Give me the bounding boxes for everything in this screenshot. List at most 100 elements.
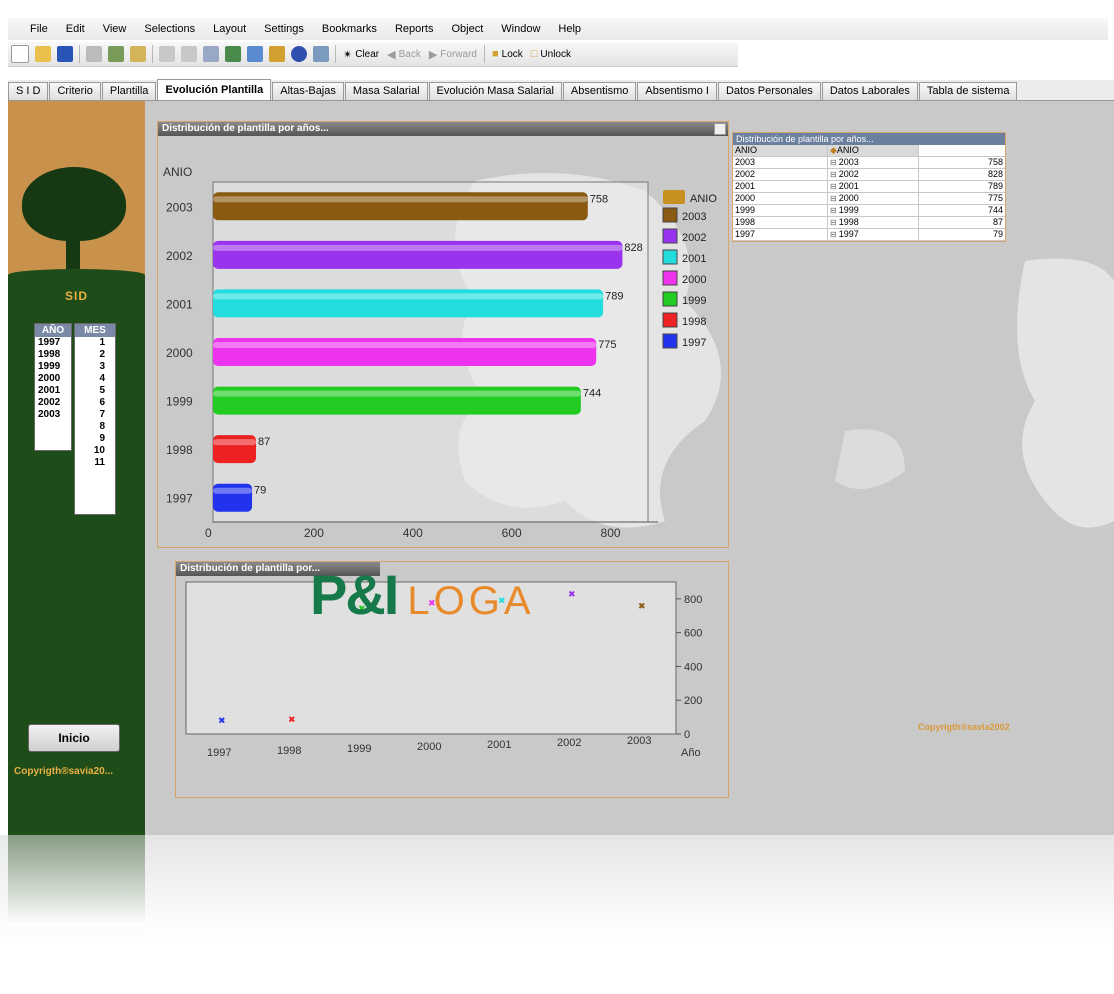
table-cell-anio: 2003	[735, 157, 756, 167]
table-cell-anio-dim[interactable]: ⊟ 1999	[827, 205, 918, 216]
mes-item[interactable]: 11	[75, 457, 115, 469]
expand-icon[interactable]: ⊟	[830, 218, 837, 227]
mes-item[interactable]: 10	[75, 445, 115, 457]
mes-item[interactable]: 7	[75, 409, 115, 421]
help-icon[interactable]	[291, 46, 307, 62]
tab-datos-personales[interactable]: Datos Personales	[717, 82, 821, 100]
separator	[335, 45, 336, 63]
tab-criterio[interactable]: Criterio	[49, 82, 101, 100]
x-tick-2000: 2000	[417, 741, 441, 753]
anio-item[interactable]: 1998	[35, 349, 71, 361]
table-cell-count: 744	[918, 205, 1005, 216]
y-tick-2002: 2002	[166, 249, 193, 263]
app-window: File Edit View Selections Layout Settings Book…	[0, 0, 1114, 835]
tab-evoluci-n-masa-salarial[interactable]: Evolución Masa Salarial	[428, 82, 562, 100]
tab-s-i-d[interactable]: S I D	[8, 82, 49, 100]
x-axis-title: Año	[681, 747, 701, 759]
tab-datos-laborales[interactable]: Datos Laborales	[821, 82, 918, 100]
inicio-button[interactable]: Inicio	[28, 724, 120, 752]
menu-layout[interactable]: Layout	[204, 23, 255, 35]
tab-plantilla[interactable]: Plantilla	[101, 82, 157, 100]
new-icon[interactable]	[11, 45, 29, 63]
table-cell-anio-value: 2000	[838, 193, 859, 203]
table-cell-anio-dim[interactable]: ⊟ 2001	[827, 181, 918, 192]
menu-file[interactable]: File	[8, 23, 57, 35]
tab-evoluci-n-plantilla[interactable]: Evolución Plantilla	[157, 79, 272, 100]
menu-view[interactable]: View	[94, 23, 136, 35]
table-cell-anio-dim[interactable]: ⊟ 1998	[827, 217, 918, 228]
anio-listbox[interactable]: AÑO 1997 1998 1999 2000 2001 2002 2003	[34, 323, 72, 451]
mes-item[interactable]: 2	[75, 349, 115, 361]
anio-item[interactable]: 2002	[35, 397, 71, 409]
tab-tabla-de-sistema[interactable]: Tabla de sistema	[918, 82, 1018, 100]
table-col-anio-label: ANIO	[836, 145, 859, 155]
mes-item[interactable]: 8	[75, 421, 115, 433]
table-cell-anio-dim[interactable]: ⊟ 2000	[827, 193, 918, 204]
redo-icon[interactable]	[181, 46, 197, 62]
unlock-button[interactable]: □ Unlock	[527, 48, 575, 60]
menu-help[interactable]: Help	[549, 23, 590, 35]
tab-altas-bajas[interactable]: Altas-Bajas	[272, 82, 344, 100]
anio-item[interactable]: 2000	[35, 373, 71, 385]
expand-icon[interactable]: ⊟	[830, 158, 837, 167]
anio-item[interactable]: 1997	[35, 337, 71, 349]
tab-absentismo[interactable]: Absentismo	[562, 82, 637, 100]
tab-masa-salarial[interactable]: Masa Salarial	[344, 82, 428, 100]
copy-icon[interactable]	[130, 46, 146, 62]
anio-item[interactable]: 2003	[35, 409, 71, 421]
clear-button[interactable]: ✴ Clear	[339, 48, 383, 61]
undo-icon[interactable]	[159, 46, 175, 62]
expand-icon[interactable]: ⊟	[830, 170, 837, 179]
table-cell-anio: 1998	[735, 217, 756, 227]
mes-item[interactable]: 6	[75, 397, 115, 409]
edit-icon[interactable]	[108, 46, 124, 62]
menu-edit[interactable]: Edit	[57, 23, 94, 35]
table-row: 1997 ⊟ 1997 79	[733, 229, 1005, 241]
mes-item[interactable]: 4	[75, 373, 115, 385]
anio-item[interactable]: 2001	[35, 385, 71, 397]
menu-settings[interactable]: Settings	[255, 23, 313, 35]
table-cell-anio-dim[interactable]: ⊟ 2002	[827, 169, 918, 180]
lock-button[interactable]: ■ Lock	[488, 48, 527, 60]
check-icon[interactable]	[225, 46, 241, 62]
menu-bookmarks[interactable]: Bookmarks	[313, 23, 386, 35]
mes-item[interactable]: 9	[75, 433, 115, 445]
mes-item[interactable]: 1	[75, 337, 115, 349]
table-col-value	[918, 145, 1005, 156]
separator	[79, 45, 80, 63]
expand-icon[interactable]: ⊟	[830, 230, 837, 239]
mes-item[interactable]: 3	[75, 361, 115, 373]
print-icon[interactable]	[86, 46, 102, 62]
back-button[interactable]: ◀ Back	[383, 48, 425, 61]
table-cell-anio-dim[interactable]: ⊟ 2003	[827, 157, 918, 168]
mes-item[interactable]: 5	[75, 385, 115, 397]
forward-button[interactable]: ▶ Forward	[425, 48, 481, 61]
expand-icon[interactable]: ⊟	[830, 194, 837, 203]
bar-highlight-2003	[213, 196, 588, 203]
save-icon[interactable]	[57, 46, 73, 62]
open-icon[interactable]	[35, 46, 51, 62]
table-cell-anio-dim[interactable]: ⊟ 1997	[827, 229, 918, 240]
anio-item[interactable]: 1999	[35, 361, 71, 373]
legend-swatch-2003	[662, 207, 678, 223]
expand-icon[interactable]: ⊟	[830, 182, 837, 191]
bar-highlight-2000	[213, 342, 597, 348]
table-cell-anio-value: 2002	[838, 169, 859, 179]
table-cell-anio: 2002	[735, 169, 756, 179]
tab-absentismo-i[interactable]: Absentismo I	[637, 82, 717, 100]
separator	[483, 45, 485, 63]
tools-icon[interactable]	[269, 46, 285, 62]
table-row: 2001 ⊟ 2001 789	[733, 181, 1005, 193]
expand-icon[interactable]: ⊟	[830, 206, 837, 215]
y-tick-600: 600	[684, 628, 702, 640]
table-row: 1999 ⊟ 1999 744	[733, 205, 1005, 217]
chart-icon[interactable]	[247, 46, 263, 62]
menu-window[interactable]: Window	[492, 23, 549, 35]
table-col-anio-dim[interactable]: ◆ANIO	[827, 145, 918, 156]
help-pointer-icon[interactable]	[313, 46, 329, 62]
search-icon[interactable]	[203, 46, 219, 62]
menu-selections[interactable]: Selections	[135, 23, 204, 35]
menu-reports[interactable]: Reports	[386, 23, 443, 35]
mes-listbox[interactable]: MES 1 2 3 4 5 6 7 8 9 10 11	[74, 323, 116, 515]
menu-object[interactable]: Object	[442, 23, 492, 35]
